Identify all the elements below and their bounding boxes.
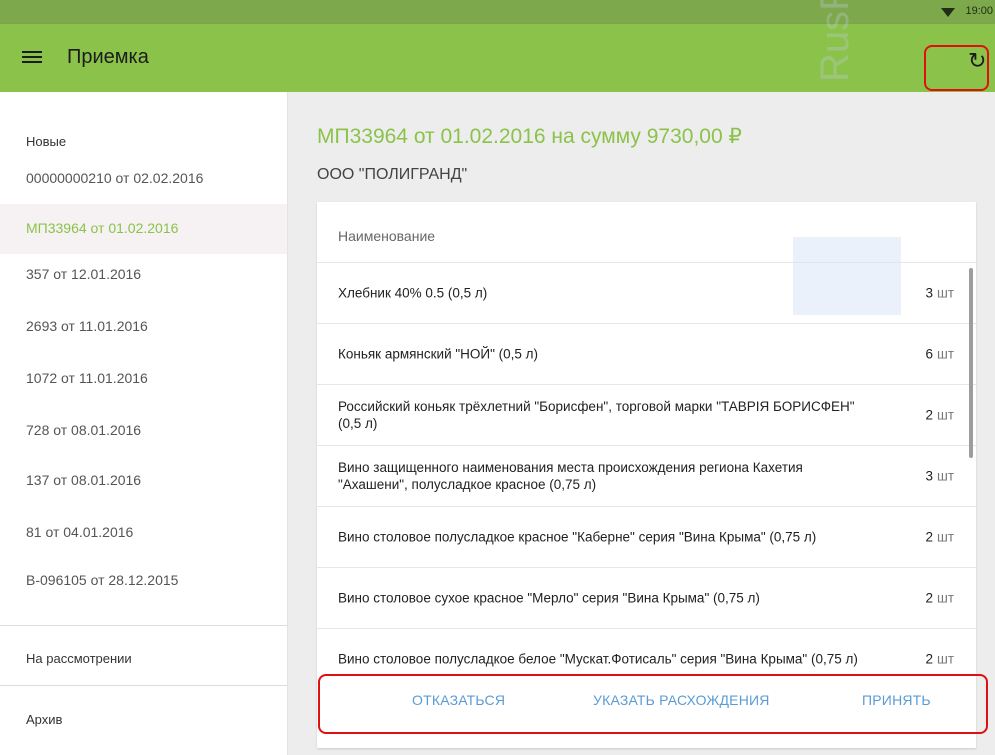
item-name: Вино столовое сухое красное "Мерло" сери… bbox=[338, 590, 760, 606]
sidebar-item-label: 728 от 08.01.2016 bbox=[26, 422, 142, 438]
app-title: Приемка bbox=[67, 46, 149, 68]
table-row[interactable]: Российский коньяк трёхлетний "Борисфен",… bbox=[317, 385, 976, 446]
table-row[interactable]: Вино столовое полусладкое красное "Кабер… bbox=[317, 507, 976, 568]
item-name: Вино столовое полусладкое белое "Мускат.… bbox=[338, 651, 858, 667]
refresh-icon[interactable]: ↻ bbox=[968, 48, 986, 74]
sidebar-item-label: 137 от 08.01.2016 bbox=[26, 472, 142, 488]
table-row[interactable]: Коньяк армянский "НОЙ" (0,5 л) 6 шт bbox=[317, 324, 976, 385]
sidebar-item[interactable]: 357 от 12.01.2016 bbox=[0, 250, 287, 300]
accept-button[interactable]: ПРИНЯТЬ bbox=[862, 692, 931, 708]
sidebar-item[interactable]: 2693 от 11.01.2016 bbox=[0, 302, 287, 352]
list-scrollbar[interactable] bbox=[969, 268, 973, 458]
wifi-icon bbox=[941, 8, 955, 17]
status-time: 19:00 bbox=[965, 5, 993, 17]
item-qty: 2 шт bbox=[925, 590, 954, 606]
item-qty: 6 шт bbox=[925, 346, 954, 362]
item-qty: 3 шт bbox=[925, 468, 954, 484]
menu-icon[interactable] bbox=[22, 48, 42, 68]
item-qty: 2 шт bbox=[925, 651, 954, 667]
sidebar-item-label: В-096105 от 28.12.2015 bbox=[26, 572, 179, 588]
sidebar-item[interactable]: 00000000210 от 02.02.2016 bbox=[0, 154, 287, 204]
sidebar-item-label: 1072 от 11.01.2016 bbox=[26, 370, 148, 386]
sidebar-section-new: Новые bbox=[26, 134, 67, 149]
table-row[interactable]: Вино столовое сухое красное "Мерло" сери… bbox=[317, 568, 976, 629]
sidebar-item[interactable]: 1072 от 11.01.2016 bbox=[0, 354, 287, 404]
sidebar-item[interactable]: 81 от 04.01.2016 bbox=[0, 508, 287, 558]
main-panel: МП33964 от 01.02.2016 на сумму 9730,00 ₽… bbox=[288, 0, 995, 755]
item-name: Вино столовое полусладкое красное "Кабер… bbox=[338, 529, 817, 545]
item-name: Хлебник 40% 0.5 (0,5 л) bbox=[338, 285, 488, 301]
document-title: МП33964 от 01.02.2016 на сумму 9730,00 ₽ bbox=[317, 125, 742, 148]
sidebar-item-label: 357 от 12.01.2016 bbox=[26, 266, 142, 282]
sidebar-item[interactable]: 728 от 08.01.2016 bbox=[0, 406, 287, 456]
watermark-text: RusRetail.ru bbox=[813, 0, 858, 82]
sidebar-divider bbox=[0, 625, 287, 626]
sidebar-item-selected[interactable]: МП33964 от 01.02.2016 bbox=[0, 204, 287, 254]
sidebar: Новые 00000000210 от 02.02.2016 МП33964 … bbox=[0, 92, 288, 755]
sidebar-item-label: МП33964 от 01.02.2016 bbox=[26, 220, 179, 236]
item-name: Вино защищенного наименования места прои… bbox=[338, 460, 803, 492]
item-qty: 3 шт bbox=[925, 285, 954, 301]
item-name: Коньяк армянский "НОЙ" (0,5 л) bbox=[338, 346, 539, 362]
reject-button[interactable]: ОТКАЗАТЬСЯ bbox=[412, 692, 505, 708]
sidebar-item[interactable]: В-096105 от 28.12.2015 bbox=[0, 556, 287, 606]
column-name-header: Наименование bbox=[338, 228, 436, 244]
sidebar-item-label: 00000000210 от 02.02.2016 bbox=[26, 170, 204, 186]
item-qty: 2 шт bbox=[925, 529, 954, 545]
item-name: Российский коньяк трёхлетний "Борисфен",… bbox=[338, 399, 855, 431]
table-row[interactable]: Вино защищенного наименования места прои… bbox=[317, 446, 976, 507]
supplier-name: ООО "ПОЛИГРАНД" bbox=[317, 166, 468, 183]
sidebar-section-archive[interactable]: Архив bbox=[26, 712, 62, 727]
sidebar-item[interactable]: 137 от 08.01.2016 bbox=[0, 456, 287, 506]
sidebar-item-label: 81 от 04.01.2016 bbox=[26, 524, 134, 540]
sidebar-section-review[interactable]: На рассмотрении bbox=[26, 651, 132, 666]
sidebar-item-label: 2693 от 11.01.2016 bbox=[26, 318, 148, 334]
sidebar-divider bbox=[0, 685, 287, 686]
discrepancy-button[interactable]: УКАЗАТЬ РАСХОЖДЕНИЯ bbox=[593, 692, 770, 708]
item-qty: 2 шт bbox=[925, 407, 954, 423]
watermark-badge bbox=[793, 237, 901, 315]
